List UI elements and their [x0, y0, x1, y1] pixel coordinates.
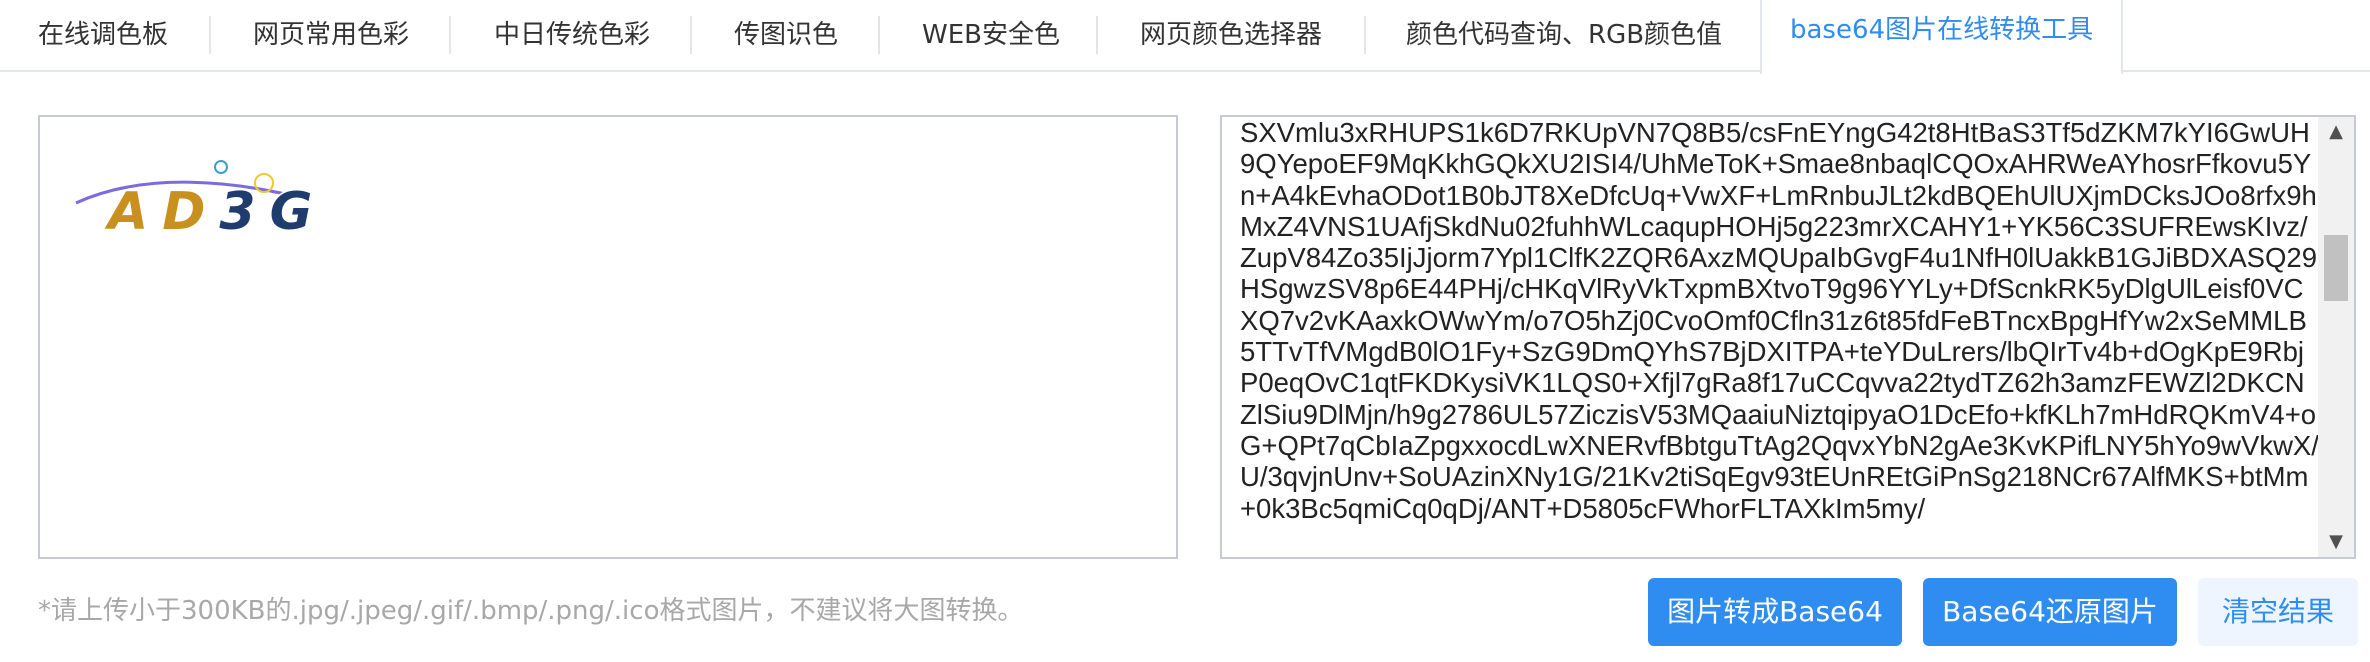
scroll-down-arrow-icon[interactable]: ▼	[2318, 527, 2354, 557]
base64-output-text: SXVmlu3xRHUPS1k6D7RKUpVN7Q8B5/csFnEYngG4…	[1240, 117, 2319, 524]
base64-to-image-button[interactable]: Base64还原图片	[1923, 578, 2177, 646]
tab-image-color-picker[interactable]: 传图识色	[734, 0, 838, 70]
tab-color-code-lookup[interactable]: 颜色代码查询、RGB颜色值	[1406, 0, 1722, 70]
tab-common-web-colors[interactable]: 网页常用色彩	[253, 0, 409, 70]
tab-web-safe-colors[interactable]: WEB安全色	[922, 0, 1060, 70]
tab-divider	[449, 16, 451, 54]
image-preview-area[interactable]: AD3G	[38, 115, 1178, 559]
tab-divider	[878, 16, 880, 54]
tab-divider	[1096, 16, 1098, 54]
tab-web-color-selector[interactable]: 网页颜色选择器	[1140, 0, 1322, 70]
tab-divider	[209, 16, 211, 54]
tab-base64-converter[interactable]: base64图片在线转换工具	[1760, 0, 2124, 74]
scroll-up-arrow-icon[interactable]: ▲	[2318, 117, 2354, 147]
tab-traditional-colors[interactable]: 中日传统色彩	[494, 0, 650, 70]
tab-divider	[690, 16, 692, 54]
tab-divider	[1364, 16, 1366, 54]
image-to-base64-button[interactable]: 图片转成Base64	[1648, 578, 1902, 646]
clear-results-button[interactable]: 清空结果	[2198, 578, 2358, 646]
textarea-scrollbar[interactable]: ▲ ▼	[2318, 117, 2354, 557]
upload-hint: *请上传小于300KB的.jpg/.jpeg/.gif/.bmp/.png/.i…	[38, 596, 1024, 626]
tab-online-palette[interactable]: 在线调色板	[38, 0, 168, 70]
base64-output-textarea[interactable]: SXVmlu3xRHUPS1k6D7RKUpVN7Q8B5/csFnEYngG4…	[1220, 115, 2356, 559]
captcha-image: AD3G	[66, 141, 366, 245]
svg-text:AD3G: AD3G	[104, 182, 326, 241]
scroll-thumb[interactable]	[2324, 235, 2348, 301]
tab-bar: 在线调色板 网页常用色彩 中日传统色彩 传图识色 WEB安全色 网页颜色选择器 …	[0, 0, 2370, 74]
